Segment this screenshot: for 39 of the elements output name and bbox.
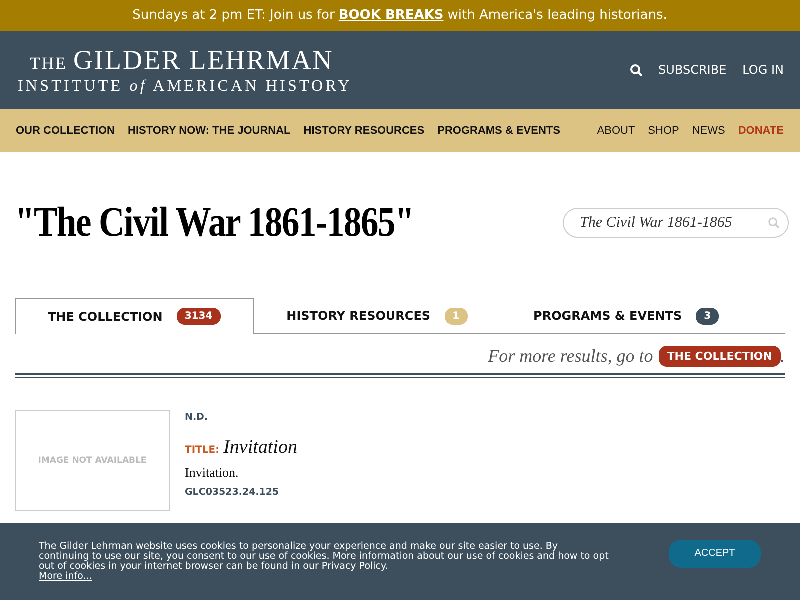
nav-item[interactable]: ABOUT [597, 124, 636, 136]
accept-button[interactable]: ACCEPT [669, 540, 761, 568]
tab[interactable]: PROGRAMS & EVENTS 3 [500, 298, 752, 333]
placeholder-text: IMAGE NOT AVAILABLE [38, 456, 147, 466]
search-field[interactable]: The Civil War 1861-1865 [563, 208, 789, 238]
header-link[interactable]: LOG IN [742, 63, 784, 77]
nav-item[interactable]: HISTORY RESOURCES [304, 124, 425, 136]
search-icon[interactable] [630, 64, 643, 76]
logo-subtitle[interactable]: INSTITUTE of AMERICAN HISTORY [18, 78, 630, 96]
logo-title[interactable]: THE GILDER LEHRMAN [18, 44, 630, 76]
cookie-text: The Gilder Lehrman website uses cookies to personalize your experience and make our site easier to use. By continuing to use our site, you consent to our use of cookies. More information about our use of cookies and how to opt out of cookies in your internet browser can be found in our Privacy Policy. [39, 542, 609, 572]
period-text: . [780, 346, 785, 367]
more-results-text: For more results, go to [488, 346, 654, 367]
tab[interactable]: THE COLLECTION 3134 [15, 298, 254, 334]
book-breaks-link[interactable]: BOOK BREAKS [338, 8, 444, 23]
nav-item[interactable]: NEWS [692, 124, 726, 136]
nav-item[interactable]: PROGRAMS & EVENTS [438, 124, 560, 136]
more-info-link[interactable]: More info... [39, 572, 92, 582]
header-link[interactable]: SUBSCRIBE [658, 63, 727, 77]
count-badge: 1 [444, 308, 468, 324]
page-title: "The Civil War 1861-1865" [15, 199, 414, 247]
nav-item[interactable]: OUR COLLECTION [16, 124, 115, 136]
item-description: Invitation. [185, 465, 240, 481]
collection-button[interactable]: THE COLLECTION [659, 346, 780, 367]
announcement-text: with America's leading historians. [448, 8, 668, 23]
tab-label: HISTORY RESOURCES [286, 309, 431, 323]
announcement-text: Sundays at 2 pm ET: Join us for [132, 8, 335, 23]
nav-item[interactable]: SHOP [648, 124, 680, 136]
item-id: GLC03523.24.125 [185, 487, 280, 498]
date-text: N.D. [185, 412, 210, 423]
tab-label: THE COLLECTION [48, 310, 163, 324]
tab-label: PROGRAMS & EVENTS [534, 309, 682, 323]
nav-item[interactable]: HISTORY NOW: THE JOURNAL [128, 124, 291, 136]
nav-item[interactable]: DONATE [738, 124, 784, 136]
count-badge: 3134 [176, 308, 221, 325]
item-title[interactable]: Invitation [224, 437, 298, 459]
tab[interactable]: HISTORY RESOURCES 1 [254, 298, 501, 333]
title-label: TITLE: [185, 445, 220, 456]
count-badge: 3 [696, 308, 720, 324]
